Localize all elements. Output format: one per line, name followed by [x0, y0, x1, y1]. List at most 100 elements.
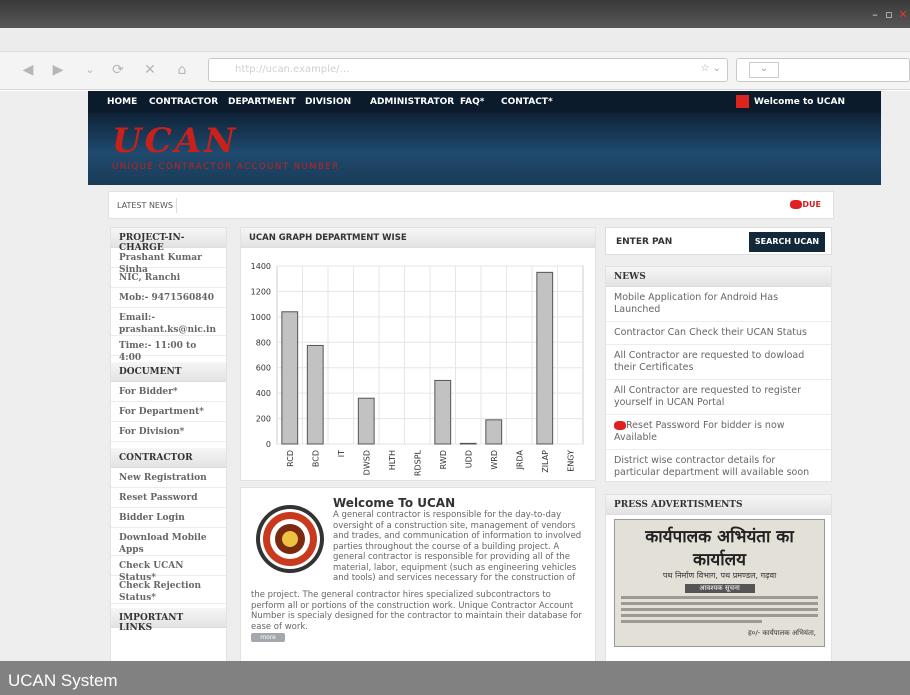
- menu-faq[interactable]: FAQ*: [460, 97, 484, 107]
- maximize-button[interactable]: ▫: [882, 8, 896, 21]
- document-header: DOCUMENT: [111, 362, 226, 382]
- x-tick-label: BCD: [311, 450, 320, 467]
- news-panel: NEWS Mobile Application for Android Has …: [605, 266, 832, 485]
- bar-udd: [459, 442, 477, 445]
- new-badge-icon: [790, 200, 803, 209]
- y-tick-label: 1000: [251, 313, 271, 322]
- clipping-line: [621, 608, 818, 611]
- news-item[interactable]: All Contractor are requested to dowload …: [606, 345, 831, 380]
- search-box[interactable]: ⌄: [736, 58, 910, 82]
- bar-rwd: [434, 379, 452, 445]
- search-engine-dropdown[interactable]: ⌄: [749, 62, 779, 78]
- status-bar: UCAN System: [0, 661, 910, 695]
- left-sidebar: PROJECT-IN-CHARGE Prashant Kumar Sinha N…: [110, 227, 227, 661]
- x-tick-label: WRD: [490, 450, 499, 470]
- x-tick-label: RDSPL: [413, 449, 422, 476]
- search-ucan-button[interactable]: SEARCH UCAN: [749, 232, 825, 252]
- pan-input[interactable]: ENTER PAN: [616, 237, 672, 247]
- divider: [176, 198, 177, 213]
- back-icon[interactable]: ◀: [20, 62, 36, 78]
- minimize-button[interactable]: –: [868, 8, 882, 21]
- bar-wrd: [485, 419, 503, 445]
- menu-administrator[interactable]: ADMINISTRATOR: [370, 97, 454, 107]
- project-in-charge-header: PROJECT-IN-CHARGE: [111, 228, 226, 253]
- menu-department[interactable]: DEPARTMENT: [228, 97, 296, 107]
- check-rejection-status-link[interactable]: Check Rejection Status*: [111, 576, 226, 604]
- news-item[interactable]: Mobile Application for Android Has Launc…: [606, 287, 831, 322]
- news-item[interactable]: Reset Password For bidder is now Availab…: [606, 415, 831, 450]
- ucan-logo[interactable]: UCAN: [112, 121, 238, 161]
- menu-contact[interactable]: CONTACT*: [501, 97, 553, 107]
- history-dropdown-icon[interactable]: ⌄: [82, 62, 98, 78]
- address-bar[interactable]: http://ucan.example/… ☆ ⌄: [208, 58, 728, 82]
- status-text: UCAN System: [8, 671, 118, 690]
- clipping-line: [621, 614, 818, 617]
- project-mobile: Mob:- 9471560840: [111, 288, 226, 308]
- welcome-title: Welcome To UCAN: [333, 496, 456, 510]
- bidder-login-link[interactable]: Bidder Login: [111, 508, 226, 528]
- due-badge[interactable]: DUE: [790, 200, 821, 209]
- press-panel: PRESS ADVERTISMENTS कार्यपालक अभियंता का…: [605, 494, 832, 661]
- new-registration-link[interactable]: New Registration: [111, 468, 226, 488]
- chart-panel-header: UCAN GRAPH DEPARTMENT WISE: [241, 228, 595, 248]
- menu-contractor[interactable]: CONTRACTOR: [149, 97, 218, 107]
- home-icon[interactable]: ⌂: [174, 62, 190, 78]
- site-banner: UCAN UNIQUE CONTRACTOR ACCOUNT NUMBER: [88, 113, 881, 185]
- top-menu: HOME CONTRACTOR DEPARTMENT DIVISION ADMI…: [88, 91, 881, 113]
- welcome-text-top: A general contractor is responsible for …: [333, 510, 582, 583]
- bar-bcd: [306, 344, 324, 445]
- x-tick-label: HLTH: [388, 450, 397, 470]
- reset-password-link[interactable]: Reset Password: [111, 488, 226, 508]
- forward-icon[interactable]: ▶: [50, 62, 66, 78]
- clipping-line: [621, 620, 762, 623]
- doc-for-bidder[interactable]: For Bidder*: [111, 382, 226, 402]
- latest-news-label: LATEST NEWS: [117, 201, 173, 210]
- newspaper-clipping[interactable]: कार्यपालक अभियंता का कार्यालय पथ निर्माण…: [614, 519, 825, 647]
- logo-subtitle: UNIQUE CONTRACTOR ACCOUNT NUMBER: [112, 162, 340, 172]
- x-tick-label: DWSD: [362, 450, 371, 475]
- bar-zilap: [536, 271, 554, 445]
- doc-for-department[interactable]: For Department*: [111, 402, 226, 422]
- chart-panel: UCAN GRAPH DEPARTMENT WISE 0 200 400 600 800…: [240, 227, 596, 481]
- welcome-text-bottom: the project. The general contractor hire…: [251, 590, 582, 632]
- bar-rcd: [281, 311, 299, 445]
- pan-search: ENTER PAN SEARCH UCAN: [605, 227, 832, 255]
- project-email: Email:- prashant.ks@nic.in: [111, 308, 226, 336]
- clipping-title: कार्यपालक अभियंता का कार्यालय: [645, 527, 794, 570]
- tab-strip: [0, 28, 910, 52]
- welcome-text: Welcome to UCAN: [754, 97, 845, 107]
- news-item[interactable]: District wise contractor details for par…: [606, 450, 831, 485]
- more-button[interactable]: more: [251, 633, 285, 642]
- clipping-subtitle: पथ निर्माण विभाग, पथ प्रमण्डल, गढ़वा: [662, 571, 777, 580]
- important-links-header: IMPORTANT LINKS: [111, 608, 226, 633]
- bar-dwsd: [357, 397, 375, 445]
- menu-division[interactable]: DIVISION: [305, 97, 351, 107]
- star-icon[interactable]: ☆ ⌄: [700, 63, 721, 74]
- y-tick-label: 0: [266, 440, 271, 449]
- doc-for-division[interactable]: For Division*: [111, 422, 226, 442]
- y-tick-label: 200: [256, 415, 271, 424]
- y-tick-label: 600: [256, 364, 271, 373]
- close-button[interactable]: ✕: [896, 8, 910, 21]
- window-titlebar: – ▫ ✕: [0, 0, 910, 28]
- window-controls: – ▫ ✕: [868, 8, 910, 21]
- y-tick-label: 1200: [251, 287, 271, 296]
- latest-news-bar: LATEST NEWS DUE: [108, 191, 834, 219]
- x-tick-label: UDD: [464, 450, 473, 468]
- project-time: Time:- 11:00 to 4:00: [111, 336, 226, 363]
- check-ucan-status-link[interactable]: Check UCAN Status*: [111, 556, 226, 583]
- address-text: http://ucan.example/…: [235, 64, 350, 75]
- refresh-icon[interactable]: ⟳: [110, 62, 126, 78]
- download-mobile-apps-link[interactable]: Download Mobile Apps: [111, 528, 226, 556]
- y-tick-label: 400: [256, 389, 271, 398]
- x-tick-label: ENGY: [566, 450, 575, 472]
- x-tick-label: IT: [337, 450, 346, 457]
- welcome-panel: Welcome To UCAN A general contractor is …: [240, 487, 596, 661]
- menu-home[interactable]: HOME: [107, 97, 137, 107]
- news-item[interactable]: All Contractor are requested to register…: [606, 380, 831, 415]
- stop-icon[interactable]: ✕: [142, 62, 158, 78]
- department-bar-chart: 0 200 400 600 800 1000 1200 1400 RCD BCD IT DWSD HLT…: [251, 262, 584, 476]
- y-tick-label: 800: [256, 338, 271, 347]
- news-item[interactable]: Contractor Can Check their UCAN Status: [606, 322, 831, 345]
- x-tick-label: RWD: [439, 450, 448, 469]
